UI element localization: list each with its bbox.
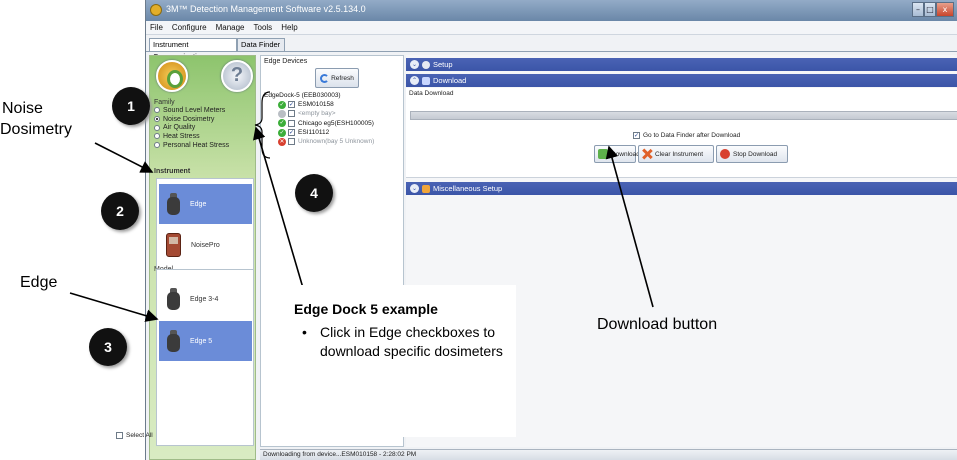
edge-dock-callout-box: Edge Dock 5 example Click in Edge checkb… — [284, 285, 516, 437]
edge-dock-callout-list: Click in Edge checkboxes to download spe… — [302, 323, 507, 361]
step-badge-4: 4 — [295, 174, 333, 212]
edge-callout-arrow — [69, 292, 159, 322]
edge-dock-callout-title: Edge Dock 5 example — [294, 301, 438, 317]
noise-callout-arrow — [94, 142, 154, 173]
download-button-callout: Download button — [597, 316, 718, 333]
noise-dosimetry-callout: Noise Dosimetry — [0, 98, 102, 140]
step-badge-1: 1 — [112, 87, 150, 125]
step-badge-3: 3 — [89, 328, 127, 366]
edge-callout: Edge — [20, 274, 58, 291]
step-badge-2: 2 — [101, 192, 139, 230]
download-callout-arrow — [605, 145, 654, 308]
edge-dock-callout-arrow — [253, 126, 304, 289]
noise-callout-line2: Dosimetry — [0, 121, 73, 138]
edge-dock-callout-bullet: Click in Edge checkboxes to download spe… — [302, 323, 507, 361]
noise-callout-line1: Noise — [2, 100, 43, 117]
